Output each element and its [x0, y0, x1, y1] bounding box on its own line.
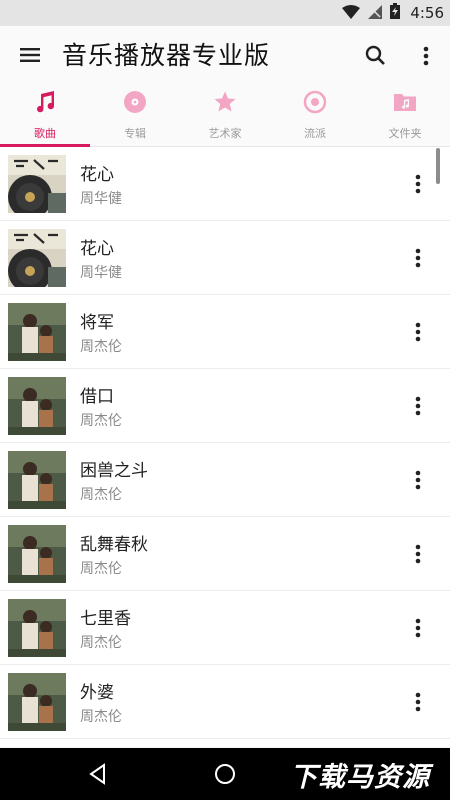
no-signal-icon [368, 4, 383, 23]
song-row[interactable]: 外婆 周杰伦 [0, 665, 450, 739]
wifi-icon [342, 4, 361, 23]
more-vert-icon [415, 174, 421, 194]
battery-charging-icon [390, 3, 401, 23]
song-title: 借口 [80, 387, 114, 407]
tab-folders[interactable]: 文件夹 [360, 84, 450, 146]
song-options-button[interactable] [406, 539, 430, 569]
song-options-button[interactable] [406, 687, 430, 717]
song-row[interactable]: 将军 周杰伦 [0, 295, 450, 369]
song-artist: 周杰伦 [80, 635, 122, 651]
album-cover [8, 303, 66, 361]
search-button[interactable] [362, 42, 390, 70]
song-artist: 周杰伦 [80, 709, 122, 725]
song-title: 七里香 [80, 609, 131, 629]
album-cover [8, 525, 66, 583]
song-row[interactable]: 七里香 周杰伦 [0, 591, 450, 665]
song-options-button[interactable] [406, 317, 430, 347]
album-cover [8, 377, 66, 435]
hamburger-menu-icon [20, 48, 40, 62]
song-options-button[interactable] [406, 243, 430, 273]
song-artist: 周杰伦 [80, 413, 122, 429]
tab-artists[interactable]: 艺术家 [180, 84, 270, 146]
watermark-text: 下载马资源 [290, 761, 430, 793]
song-options-button[interactable] [406, 613, 430, 643]
song-title: 困兽之斗 [80, 461, 148, 481]
menu-button[interactable] [14, 43, 48, 67]
song-title: 花心 [80, 239, 114, 259]
song-artist: 周杰伦 [80, 561, 122, 577]
status-time: 4:56 [410, 4, 444, 22]
song-artist: 周华健 [80, 265, 122, 281]
home-circle-icon [215, 764, 235, 784]
tab-folders-label: 文件夹 [388, 127, 422, 140]
song-row[interactable]: 困兽之斗 周杰伦 [0, 443, 450, 517]
tab-artists-label: 艺术家 [208, 127, 242, 140]
song-row[interactable]: 乱舞春秋 周杰伦 [0, 517, 450, 591]
song-title: 花心 [80, 165, 114, 185]
album-cover [8, 451, 66, 509]
vinyl-icon [303, 90, 327, 114]
back-button[interactable] [86, 762, 110, 786]
more-vert-icon [415, 618, 421, 638]
overflow-menu-button[interactable] [414, 42, 438, 70]
app-title: 音乐播放器专业版 [62, 41, 271, 70]
status-icons: 4:56 [342, 3, 444, 23]
tab-albums-label: 专辑 [124, 127, 146, 140]
song-row[interactable]: 借口 周杰伦 [0, 369, 450, 443]
music-note-icon [33, 90, 57, 114]
home-button[interactable] [213, 762, 237, 786]
album-cover [8, 155, 66, 213]
song-options-button[interactable] [406, 391, 430, 421]
song-title: 乱舞春秋 [80, 535, 148, 555]
tab-songs[interactable]: 歌曲 [0, 84, 90, 147]
song-row[interactable]: 花心 周华健 [0, 221, 450, 295]
app-bar: 音乐播放器专业版 [0, 26, 450, 84]
song-artist: 周华健 [80, 191, 122, 207]
more-vert-icon [415, 692, 421, 712]
song-list[interactable]: 花心 周华健 花心 周华健 将军 周杰伦 借口 周杰伦 困兽之斗 周杰伦 乱舞春… [0, 147, 450, 747]
song-title: 外婆 [80, 683, 114, 703]
song-title: 将军 [80, 313, 114, 333]
tab-albums[interactable]: 专辑 [90, 84, 180, 146]
album-cover [8, 673, 66, 731]
more-vert-icon [415, 470, 421, 490]
disc-icon [123, 90, 147, 114]
song-artist: 周杰伦 [80, 487, 122, 503]
more-vert-icon [415, 396, 421, 416]
more-vert-icon [415, 544, 421, 564]
back-triangle-icon [89, 763, 105, 785]
tab-genres[interactable]: 流派 [270, 84, 360, 146]
list-scrollbar[interactable] [436, 148, 440, 184]
star-icon [213, 90, 237, 114]
more-vert-icon [415, 322, 421, 342]
more-vert-icon [423, 46, 429, 66]
album-cover [8, 229, 66, 287]
song-artist: 周杰伦 [80, 339, 122, 355]
tab-bar: 歌曲 专辑 艺术家 流派 文件夹 [0, 84, 450, 147]
status-bar: 4:56 [0, 0, 450, 26]
more-vert-icon [415, 248, 421, 268]
watermark: 下载马资源 [270, 748, 450, 800]
search-icon [365, 45, 385, 65]
tab-genres-label: 流派 [304, 127, 326, 140]
song-row[interactable]: 花心 周华健 [0, 147, 450, 221]
song-options-button[interactable] [406, 465, 430, 495]
tab-songs-label: 歌曲 [34, 127, 56, 140]
song-options-button[interactable] [406, 169, 430, 199]
album-cover [8, 599, 66, 657]
folder-music-icon [393, 90, 417, 114]
